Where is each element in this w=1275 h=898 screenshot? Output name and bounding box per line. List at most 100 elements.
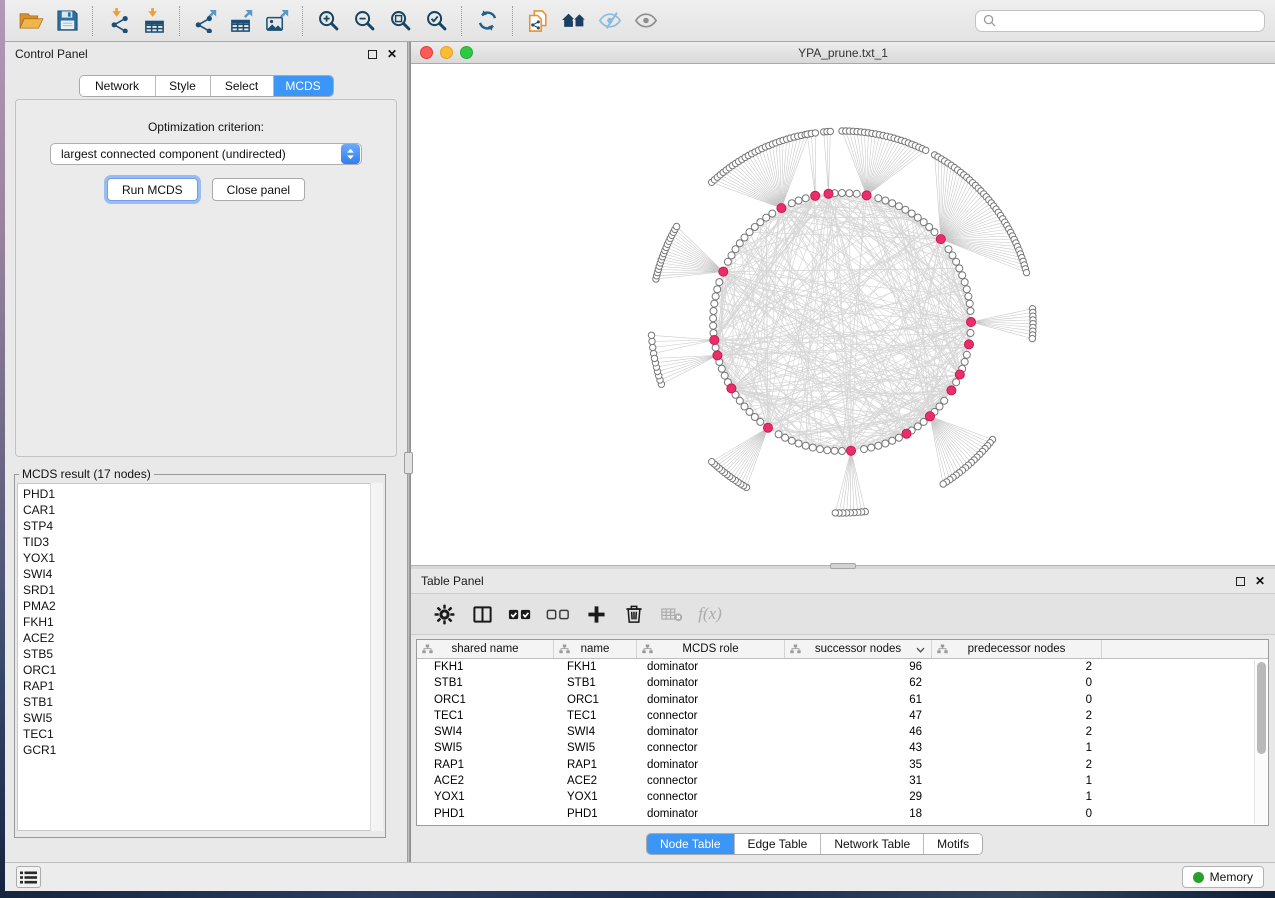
table-row[interactable]: SWI5SWI5connector431 <box>417 740 1268 756</box>
vertical-splitter[interactable] <box>407 42 410 862</box>
task-history-button[interactable] <box>16 866 41 888</box>
add-column-button[interactable] <box>577 596 615 632</box>
mcds-result-item[interactable]: GCR1 <box>23 742 382 758</box>
table-cell[interactable]: ORC1 <box>554 692 637 708</box>
float-panel-icon[interactable] <box>1236 577 1245 586</box>
table-cell[interactable]: ACE2 <box>417 773 554 789</box>
column-header-shared-name[interactable]: shared name <box>417 640 554 658</box>
column-header-predecessor-nodes[interactable]: predecessor nodes <box>932 640 1102 658</box>
open-file-button[interactable] <box>13 3 49 39</box>
table-row[interactable]: RAP1RAP1dominator352 <box>417 757 1268 773</box>
zoom-out-button[interactable] <box>346 3 382 39</box>
table-cell[interactable]: connector <box>637 789 785 805</box>
show-columns-button[interactable] <box>463 596 501 632</box>
table-cell[interactable]: dominator <box>637 675 785 691</box>
table-cell[interactable]: RAP1 <box>554 757 637 773</box>
mcds-result-item[interactable]: SRD1 <box>23 582 382 598</box>
run-mcds-button[interactable]: Run MCDS <box>107 178 198 201</box>
table-cell[interactable]: 0 <box>932 675 1102 691</box>
mcds-result-item[interactable]: SWI4 <box>23 566 382 582</box>
mcds-result-item[interactable]: FKH1 <box>23 614 382 630</box>
table-cell[interactable]: 35 <box>785 757 932 773</box>
column-header-successor-nodes[interactable]: successor nodes <box>785 640 932 658</box>
import-table-button[interactable] <box>136 3 172 39</box>
table-cell[interactable]: STB1 <box>554 675 637 691</box>
save-session-button[interactable] <box>49 3 85 39</box>
table-cell[interactable]: TEC1 <box>554 708 637 724</box>
show-all-button[interactable] <box>628 3 664 39</box>
network-canvas[interactable] <box>411 64 1275 565</box>
tab-edge-table[interactable]: Edge Table <box>734 834 821 854</box>
minimize-window-icon[interactable] <box>440 46 453 59</box>
table-cell[interactable]: STB1 <box>417 675 554 691</box>
table-cell[interactable]: 2 <box>932 757 1102 773</box>
tab-network-table[interactable]: Network Table <box>820 834 923 854</box>
mcds-result-item[interactable]: TID3 <box>23 534 382 550</box>
mcds-result-item[interactable]: ACE2 <box>23 630 382 646</box>
horizontal-splitter[interactable] <box>411 565 1275 569</box>
criterion-select[interactable]: largest connected component (undirected) <box>50 143 362 165</box>
duplicate-network-button[interactable] <box>520 3 556 39</box>
tab-style[interactable]: Style <box>155 76 210 96</box>
table-cell[interactable]: 1 <box>932 773 1102 789</box>
mcds-result-item[interactable]: PMA2 <box>23 598 382 614</box>
table-cell[interactable]: 43 <box>785 740 932 756</box>
tab-motifs[interactable]: Motifs <box>923 834 982 854</box>
table-cell[interactable]: 0 <box>932 692 1102 708</box>
table-cell[interactable]: YOX1 <box>554 789 637 805</box>
table-cell[interactable]: 46 <box>785 724 932 740</box>
table-cell[interactable]: dominator <box>637 757 785 773</box>
table-row[interactable]: SWI4SWI4dominator462 <box>417 724 1268 740</box>
table-cell[interactable]: 2 <box>932 659 1102 675</box>
table-cell[interactable]: 62 <box>785 675 932 691</box>
table-cell[interactable]: 2 <box>932 708 1102 724</box>
table-cell[interactable]: 61 <box>785 692 932 708</box>
maximize-window-icon[interactable] <box>460 46 473 59</box>
table-cell[interactable]: TEC1 <box>417 708 554 724</box>
hide-selected-button[interactable] <box>592 3 628 39</box>
delete-column-button[interactable] <box>615 596 653 632</box>
table-cell[interactable]: dominator <box>637 659 785 675</box>
table-cell[interactable]: RAP1 <box>417 757 554 773</box>
table-cell[interactable]: SWI4 <box>554 724 637 740</box>
mcds-result-item[interactable]: STB1 <box>23 694 382 710</box>
tab-node-table[interactable]: Node Table <box>647 834 734 854</box>
table-row[interactable]: PHD1PHD1dominator180 <box>417 806 1268 822</box>
table-cell[interactable]: 96 <box>785 659 932 675</box>
search-box[interactable] <box>975 10 1265 32</box>
close-panel-icon[interactable]: ✕ <box>1255 575 1265 587</box>
column-header-name[interactable]: name <box>554 640 637 658</box>
table-cell[interactable]: dominator <box>637 806 785 822</box>
close-panel-button[interactable]: Close panel <box>212 178 305 201</box>
refresh-view-button[interactable] <box>469 3 505 39</box>
deselect-all-button[interactable] <box>539 596 577 632</box>
table-cell[interactable]: connector <box>637 740 785 756</box>
table-cell[interactable]: dominator <box>637 692 785 708</box>
mcds-result-item[interactable]: PHD1 <box>23 486 382 502</box>
splitter-grip[interactable] <box>404 452 413 474</box>
close-window-icon[interactable] <box>420 46 433 59</box>
zoom-in-button[interactable] <box>310 3 346 39</box>
table-scrollbar[interactable] <box>1254 660 1267 824</box>
tab-mcds[interactable]: MCDS <box>273 76 333 96</box>
table-cell[interactable]: PHD1 <box>554 806 637 822</box>
mcds-result-item[interactable]: ORC1 <box>23 662 382 678</box>
table-row[interactable]: YOX1YOX1connector291 <box>417 789 1268 805</box>
table-cell[interactable]: 0 <box>932 806 1102 822</box>
table-row[interactable]: FKH1FKH1dominator962 <box>417 659 1268 675</box>
table-cell[interactable]: SWI5 <box>554 740 637 756</box>
table-cell[interactable]: 29 <box>785 789 932 805</box>
table-cell[interactable]: 18 <box>785 806 932 822</box>
result-list-scrollbar[interactable] <box>370 483 383 831</box>
table-cell[interactable]: FKH1 <box>554 659 637 675</box>
export-network-button[interactable] <box>187 3 223 39</box>
table-cell[interactable]: connector <box>637 773 785 789</box>
first-neighbors-button[interactable] <box>556 3 592 39</box>
zoom-fit-button[interactable] <box>382 3 418 39</box>
mcds-result-item[interactable]: CAR1 <box>23 502 382 518</box>
table-cell[interactable]: 31 <box>785 773 932 789</box>
table-cell[interactable]: ACE2 <box>554 773 637 789</box>
mcds-result-item[interactable]: YOX1 <box>23 550 382 566</box>
search-input[interactable] <box>1000 12 1264 30</box>
mcds-result-item[interactable]: RAP1 <box>23 678 382 694</box>
